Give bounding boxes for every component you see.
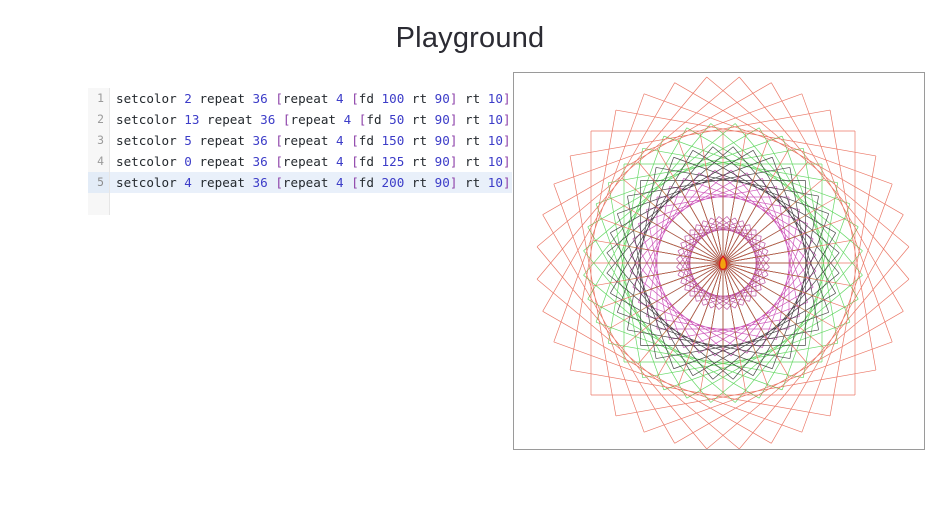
code-line[interactable]: setcolor 0 repeat 36 [repeat 4 [fd 125 r…	[110, 151, 512, 172]
page-title: Playground	[395, 22, 545, 54]
gutter-line-number: 4	[97, 154, 104, 168]
editor-gutter: 1 2 3 4 5	[88, 88, 110, 215]
turtle-output-panel	[513, 72, 925, 450]
gutter-line-number: 2	[97, 112, 104, 126]
code-line[interactable]: setcolor 5 repeat 36 [repeat 4 [fd 150 r…	[110, 130, 512, 151]
code-line[interactable]: setcolor 2 repeat 36 [repeat 4 [fd 100 r…	[110, 88, 512, 109]
code-editor[interactable]: 1 2 3 4 5 setcolor 2 repeat 36 [repeat 4 [fd…	[88, 88, 512, 215]
gutter-line-number: 5	[88, 172, 109, 193]
gutter-line-number: 1	[97, 91, 104, 105]
code-line[interactable]: setcolor 4 repeat 36 [repeat 4 [fd 200 r…	[110, 172, 512, 193]
code-line[interactable]: setcolor 13 repeat 36 [repeat 4 [fd 50 r…	[110, 109, 512, 130]
gutter-line-number: 3	[97, 133, 104, 147]
turtle-graphics-canvas	[514, 73, 924, 449]
editor-code-area[interactable]: setcolor 2 repeat 36 [repeat 4 [fd 100 r…	[110, 88, 512, 215]
